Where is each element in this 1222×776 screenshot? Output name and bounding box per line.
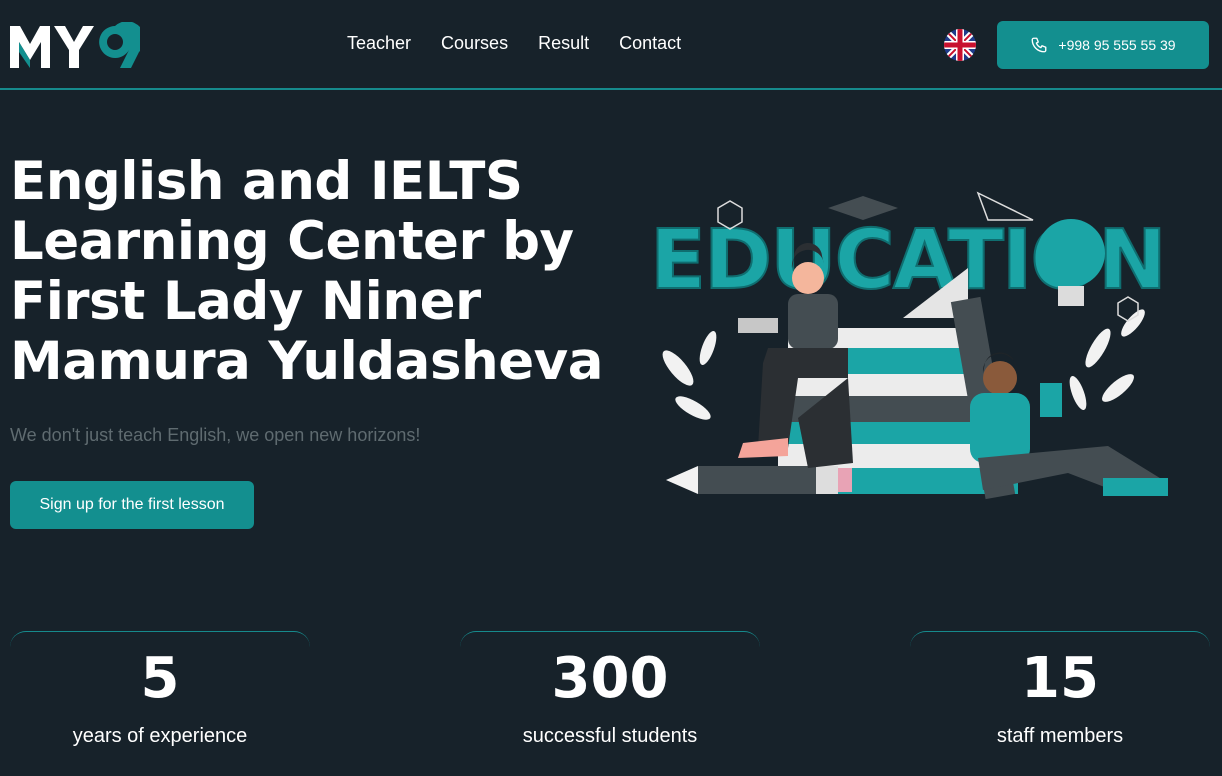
nav-courses[interactable]: Courses	[441, 33, 508, 54]
nav-teacher[interactable]: Teacher	[347, 33, 411, 54]
stat-value: 5	[140, 646, 180, 711]
main-nav: Teacher Courses Result Contact	[347, 33, 681, 54]
nav-contact[interactable]: Contact	[619, 33, 681, 54]
stat-label: years of experience	[72, 725, 248, 747]
hero-subtitle: We don't just teach English, we open new…	[10, 425, 421, 445]
hero-title-line: Mamura Yuldasheva	[10, 331, 603, 392]
hero-title: English and IELTS Learning Center by Fir…	[10, 152, 610, 392]
hero-title-line: English and IELTS	[10, 151, 523, 212]
stat-label: successful students	[522, 725, 698, 747]
phone-number: +998 95 555 55 39	[1058, 37, 1176, 53]
logo[interactable]	[10, 22, 140, 70]
uk-flag-icon[interactable]	[944, 29, 976, 61]
stat-label: staff members	[996, 725, 1124, 747]
stat-staff: 15 staff members	[910, 631, 1210, 771]
stat-experience: 5 years of experience	[10, 631, 310, 771]
stat-value: 15	[1021, 646, 1099, 711]
phone-button[interactable]: +998 95 555 55 39	[997, 21, 1209, 69]
education-illustration: EDUCATION	[649, 191, 1168, 500]
phone-icon	[1031, 37, 1047, 53]
stat-students: 300 successful students	[460, 631, 760, 771]
nav-result[interactable]: Result	[538, 33, 589, 54]
hero-title-line: First Lady Niner	[10, 271, 481, 332]
hero-title-line: Learning Center by	[10, 211, 574, 272]
site-header: Teacher Courses Result Contact +998 95 5…	[0, 0, 1222, 90]
stat-value: 300	[551, 646, 669, 711]
signup-button[interactable]: Sign up for the first lesson	[10, 481, 254, 529]
